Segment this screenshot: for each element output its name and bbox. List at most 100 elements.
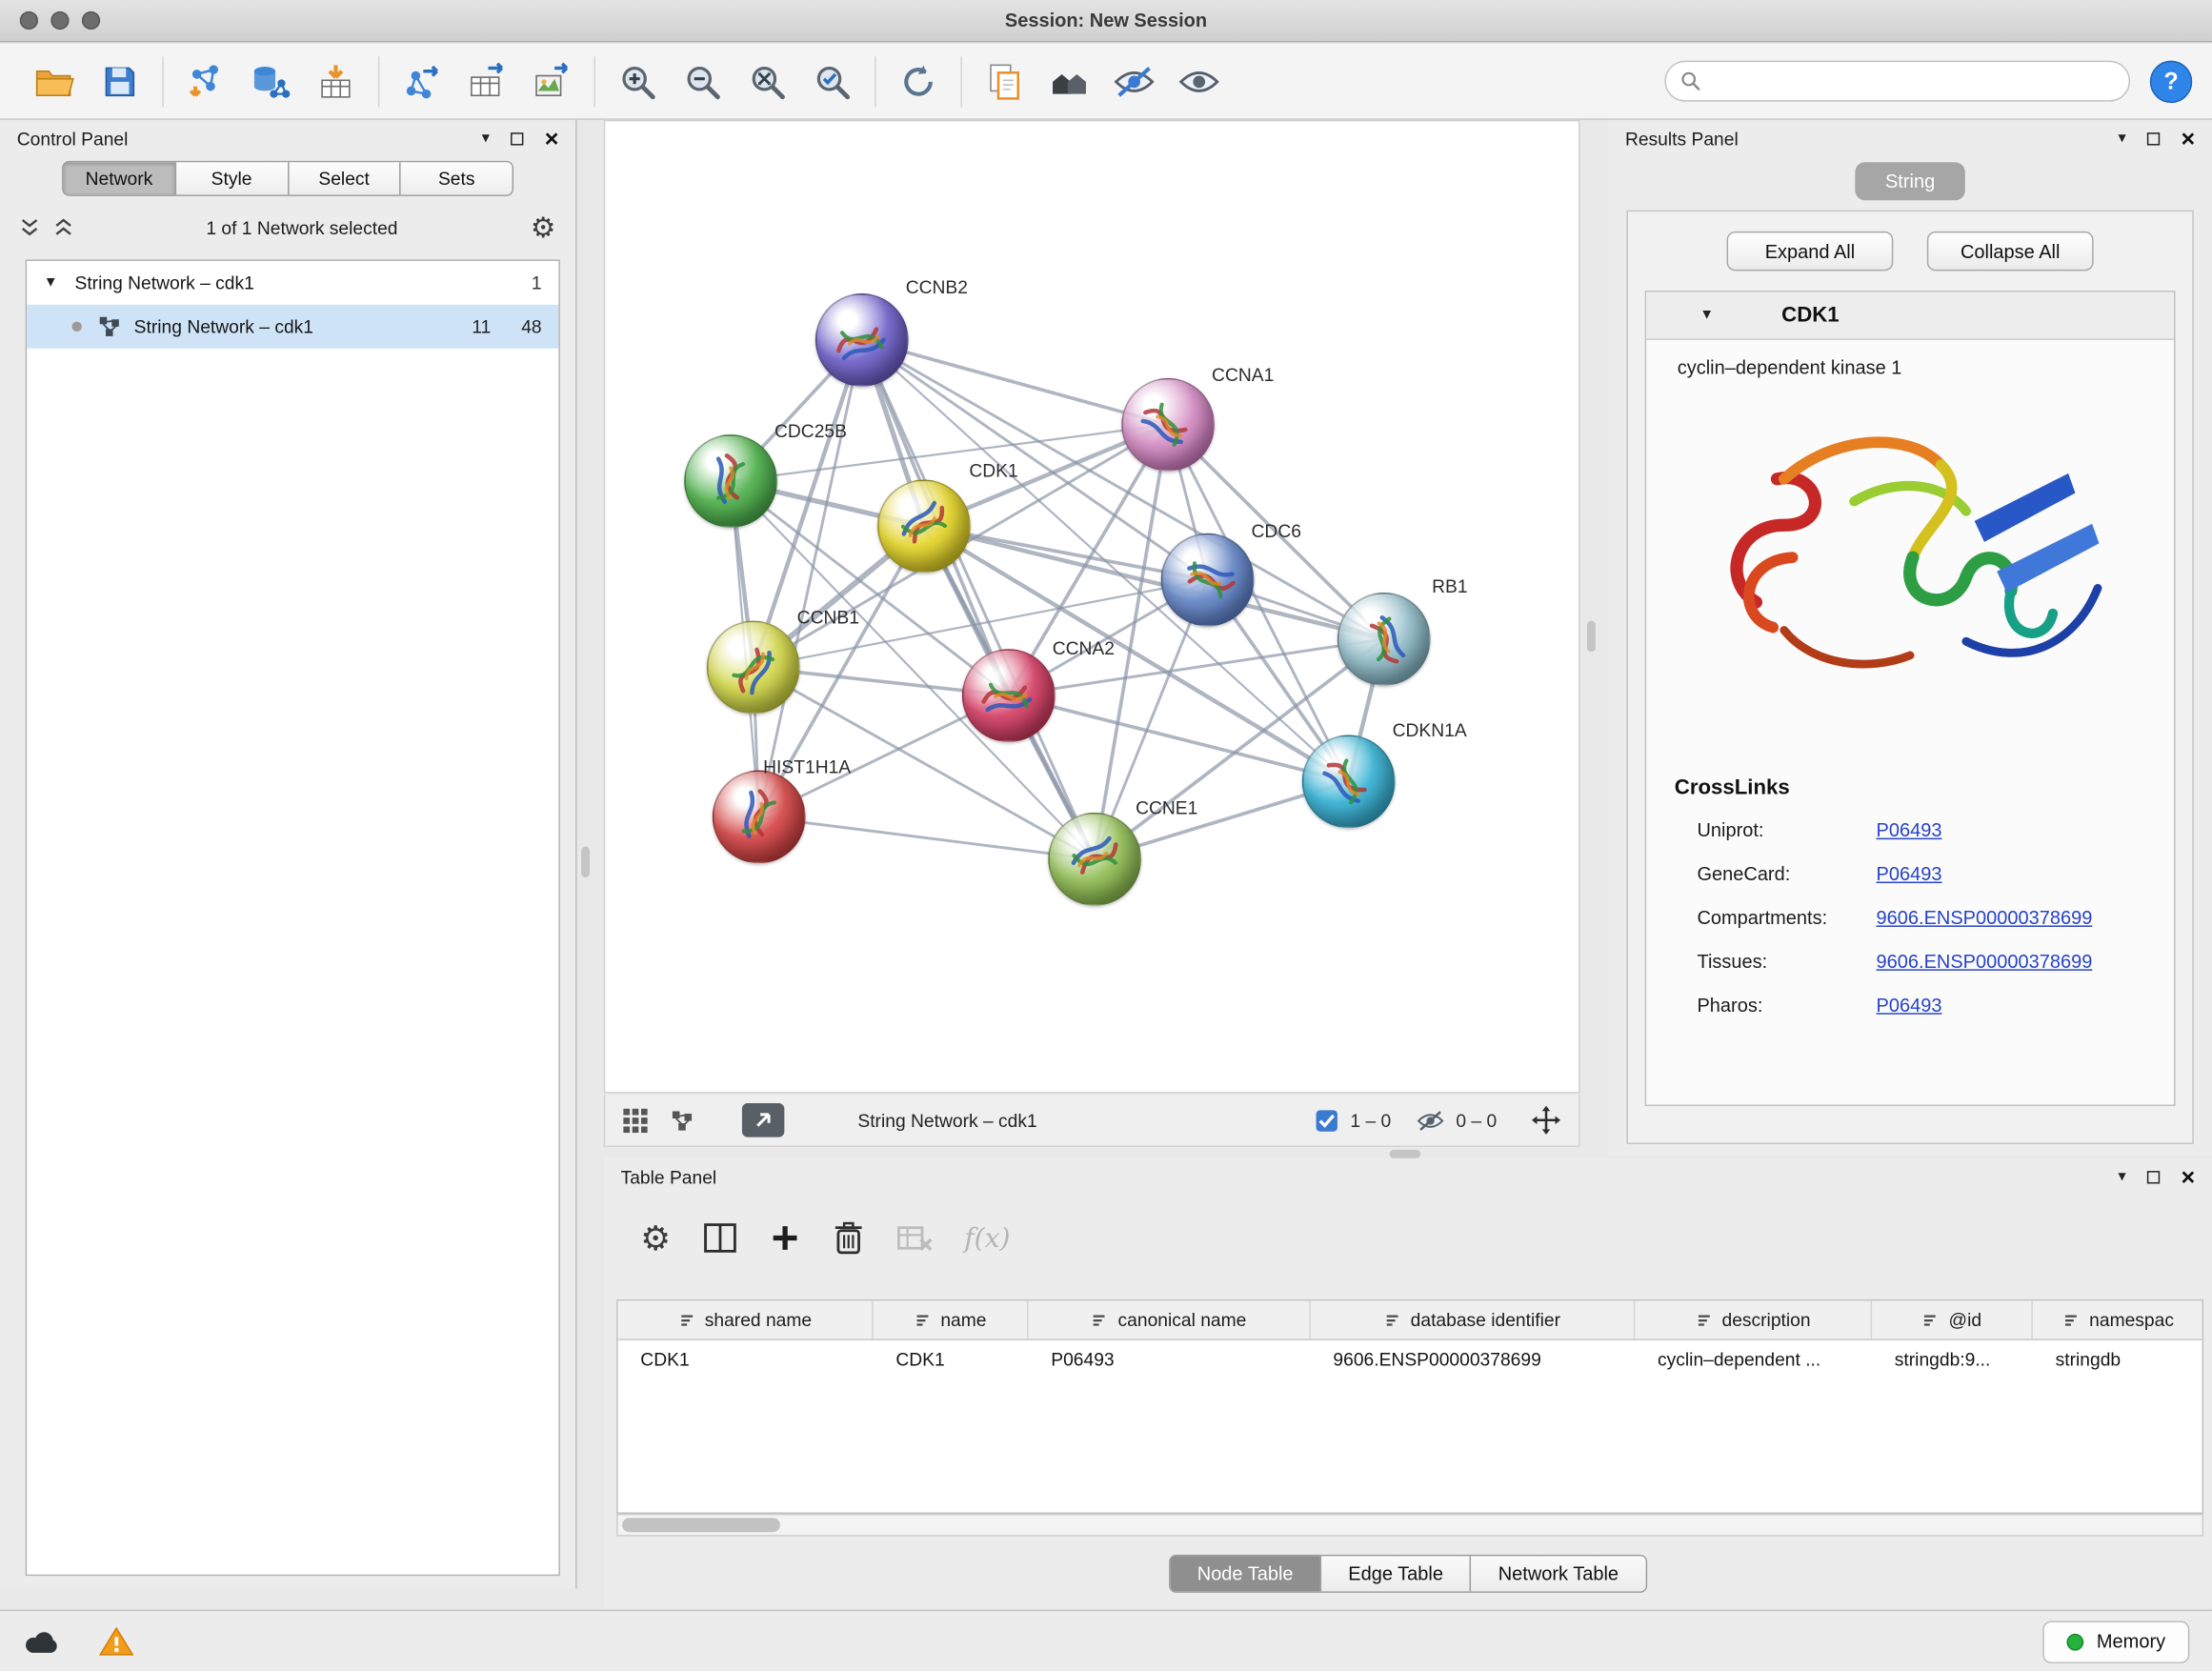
- crosslink-link[interactable]: 9606.ENSP00000378699: [1877, 907, 2093, 928]
- function-builder-icon[interactable]: f(x): [964, 1222, 1010, 1254]
- documents-button[interactable]: [972, 50, 1036, 112]
- create-column-plus-icon[interactable]: [768, 1221, 800, 1254]
- node-CCNE1[interactable]: [1048, 813, 1141, 906]
- table-cell[interactable]: P06493: [1029, 1340, 1311, 1379]
- search-input[interactable]: [1711, 70, 2115, 91]
- node-CCNA2[interactable]: [962, 649, 1056, 742]
- network-glyph-icon[interactable]: [670, 1108, 694, 1132]
- grid-view-icon[interactable]: [622, 1107, 648, 1133]
- crosslink-link[interactable]: P06493: [1877, 995, 1942, 1016]
- show-columns-icon[interactable]: [702, 1221, 737, 1254]
- table-cell[interactable]: 9606.ENSP00000378699: [1311, 1340, 1636, 1379]
- delete-column-trash-icon[interactable]: [832, 1220, 864, 1256]
- panel-close-icon[interactable]: ×: [545, 127, 559, 151]
- export-table-button[interactable]: [454, 50, 519, 112]
- column-header-description[interactable]: description: [1635, 1300, 1872, 1339]
- collection-collapse-icon[interactable]: ▼: [44, 275, 75, 291]
- zoom-selected-button[interactable]: [800, 50, 865, 112]
- panel-close-icon[interactable]: ×: [2182, 127, 2196, 151]
- import-network-from-file-button[interactable]: [173, 50, 238, 112]
- tab-network[interactable]: Network: [64, 162, 175, 194]
- hide-selected-button[interactable]: [1102, 50, 1167, 112]
- export-network-button[interactable]: [390, 50, 454, 112]
- search-field[interactable]: [1664, 61, 2130, 102]
- cloud-icon[interactable]: [23, 1627, 62, 1656]
- column-header-canonical-name[interactable]: canonical name: [1029, 1300, 1311, 1339]
- zoom-out-button[interactable]: [670, 50, 734, 112]
- help-button[interactable]: ?: [2150, 60, 2192, 102]
- panel-float-icon[interactable]: ▾: [2119, 1169, 2126, 1184]
- protein-card-header[interactable]: ▼ CDK1: [1646, 292, 2174, 340]
- detach-view-button[interactable]: [742, 1103, 784, 1137]
- zoom-in-button[interactable]: [605, 50, 670, 112]
- column-header-shared-name[interactable]: shared name: [618, 1300, 874, 1339]
- node-RB1[interactable]: [1337, 593, 1431, 686]
- panel-maximize-icon[interactable]: [2147, 131, 2160, 144]
- collapse-all-button[interactable]: Collapse All: [1927, 232, 2094, 271]
- save-session-button[interactable]: [88, 50, 152, 112]
- column-header--id[interactable]: @id: [1872, 1300, 2033, 1339]
- panel-maximize-icon[interactable]: [2147, 1170, 2160, 1182]
- tab-style[interactable]: Style: [174, 162, 287, 194]
- expand-all-chevrons-icon[interactable]: [53, 217, 73, 237]
- network-options-gear-icon[interactable]: ⚙: [531, 213, 556, 242]
- edge-HIST1H1A-CCNE1[interactable]: [759, 816, 1095, 858]
- edge-CCNB2-HIST1H1A[interactable]: [759, 340, 862, 817]
- scrollbar-thumb[interactable]: [622, 1518, 780, 1532]
- tab-edge-table[interactable]: Edge Table: [1320, 1556, 1470, 1591]
- node-CDKN1A[interactable]: [1302, 735, 1396, 829]
- node-HIST1H1A[interactable]: [713, 771, 806, 864]
- pan-move-icon[interactable]: [1531, 1105, 1562, 1137]
- network-collection-row[interactable]: ▼ String Network – cdk1 1: [27, 261, 558, 305]
- edge-CCNB2-CCNE1[interactable]: [862, 340, 1095, 859]
- protein-collapse-icon[interactable]: ▼: [1699, 308, 1714, 323]
- left-splitter-handle[interactable]: [581, 847, 590, 878]
- hidden-eye-icon[interactable]: [1417, 1108, 1445, 1132]
- table-options-gear-icon[interactable]: ⚙: [640, 1221, 671, 1256]
- crosslink-link[interactable]: 9606.ENSP00000378699: [1877, 951, 2093, 972]
- open-session-button[interactable]: [23, 50, 88, 112]
- tab-select[interactable]: Select: [287, 162, 399, 194]
- crosslink-link[interactable]: P06493: [1877, 863, 1942, 884]
- export-image-button[interactable]: [519, 50, 584, 112]
- column-header-name[interactable]: name: [874, 1300, 1029, 1339]
- crosslink-link[interactable]: P06493: [1877, 819, 1942, 840]
- node-CDC6[interactable]: [1161, 534, 1255, 627]
- panel-float-icon[interactable]: ▾: [482, 131, 490, 146]
- fit-content-button[interactable]: [735, 50, 800, 112]
- tab-network-table[interactable]: Network Table: [1470, 1556, 1645, 1591]
- expand-all-button[interactable]: Expand All: [1727, 232, 1894, 271]
- tab-string[interactable]: String: [1855, 162, 1965, 200]
- bottom-splitter-handle[interactable]: [1390, 1150, 1421, 1158]
- import-table-from-file-button[interactable]: [303, 50, 368, 112]
- table-cell[interactable]: stringdb: [2033, 1340, 2203, 1379]
- panel-float-icon[interactable]: ▾: [2119, 131, 2126, 146]
- table-cell[interactable]: stringdb:9...: [1872, 1340, 2033, 1379]
- table-horizontal-scrollbar[interactable]: [616, 1514, 2203, 1537]
- selected-checkbox-icon[interactable]: [1315, 1108, 1338, 1132]
- import-network-from-database-button[interactable]: [238, 50, 303, 112]
- table-cell[interactable]: CDK1: [618, 1340, 874, 1379]
- column-header-namespac[interactable]: namespac: [2033, 1300, 2203, 1339]
- panel-close-icon[interactable]: ×: [2182, 1164, 2196, 1188]
- table-row[interactable]: CDK1CDK1P064939606.ENSP00000378699cyclin…: [618, 1340, 2202, 1379]
- collapse-all-chevrons-icon[interactable]: [20, 217, 40, 237]
- node-CCNB2[interactable]: [815, 293, 909, 387]
- tab-node-table[interactable]: Node Table: [1171, 1556, 1320, 1591]
- column-header-database-identifier[interactable]: database identifier: [1311, 1300, 1636, 1339]
- node-CCNA1[interactable]: [1121, 378, 1215, 472]
- tab-sets[interactable]: Sets: [399, 162, 512, 194]
- node-CDC25B[interactable]: [684, 434, 777, 528]
- show-all-button[interactable]: [1167, 50, 1232, 112]
- table-cell[interactable]: CDK1: [874, 1340, 1029, 1379]
- panel-maximize-icon[interactable]: [511, 131, 523, 144]
- home-button[interactable]: [1036, 50, 1101, 112]
- node-CDK1[interactable]: [877, 479, 971, 573]
- right-splitter-handle[interactable]: [1587, 621, 1596, 653]
- node-CCNB1[interactable]: [707, 621, 800, 715]
- network-row[interactable]: String Network – cdk1 11 48: [27, 305, 558, 349]
- memory-button[interactable]: Memory: [2043, 1621, 2190, 1662]
- apply-preferred-layout-button[interactable]: [886, 50, 951, 112]
- delete-table-icon[interactable]: [895, 1221, 934, 1254]
- warning-icon[interactable]: [99, 1625, 134, 1658]
